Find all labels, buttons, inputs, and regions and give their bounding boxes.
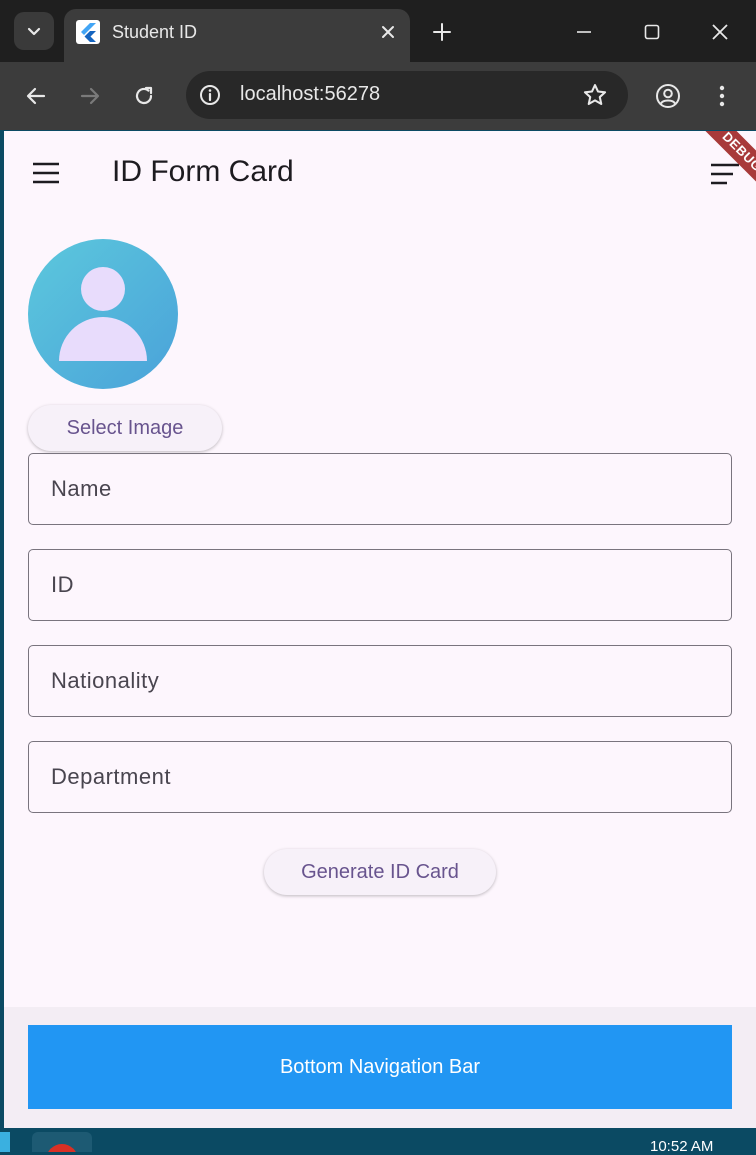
name-field[interactable] [28, 453, 732, 525]
tab-title: Student ID [112, 22, 198, 42]
bottom-navigation-bar[interactable]: Bottom Navigation Bar [28, 1025, 732, 1109]
taskbar: 10:52 AM [0, 1128, 756, 1155]
app-viewport: ID Form Card DEBUG Select Image Generate… [4, 131, 756, 1128]
browser-tab-active[interactable]: Student ID [64, 9, 410, 62]
tab-search-button[interactable] [14, 12, 54, 50]
forward-button[interactable] [72, 78, 108, 114]
department-field[interactable] [28, 741, 732, 813]
new-tab-button[interactable] [424, 14, 460, 50]
id-field[interactable] [28, 549, 732, 621]
id-input[interactable] [29, 550, 731, 620]
app-bar: ID Form Card [4, 131, 756, 215]
minimize-icon [577, 31, 591, 33]
maximize-icon [644, 24, 660, 40]
name-input[interactable] [29, 454, 731, 524]
person-icon-head [81, 267, 125, 311]
plus-icon [433, 23, 451, 41]
person-icon-body [59, 317, 147, 361]
sort-icon[interactable] [708, 159, 742, 189]
tab-close-button[interactable] [374, 18, 402, 46]
account-circle-icon [656, 84, 680, 108]
generate-id-card-button[interactable]: Generate ID Card [264, 849, 496, 895]
page-title: ID Form Card [112, 155, 294, 188]
flutter-logo-icon [76, 20, 100, 44]
arrow-left-icon [26, 87, 46, 105]
star-icon[interactable] [582, 82, 608, 108]
start-button-edge[interactable] [0, 1132, 10, 1152]
chrome-icon [46, 1144, 78, 1152]
close-window-button[interactable] [698, 10, 742, 54]
taskbar-clock: 10:52 AM [650, 1138, 714, 1155]
department-input[interactable] [29, 742, 731, 812]
more-vertical-icon [719, 85, 725, 107]
close-icon [382, 26, 394, 38]
nationality-field[interactable] [28, 645, 732, 717]
browser-toolbar: localhost:56278 [0, 62, 756, 130]
avatar [28, 239, 178, 389]
menu-button[interactable] [26, 153, 66, 193]
arrow-right-icon [80, 87, 100, 105]
browser-tabstrip: Student ID [0, 0, 756, 62]
select-image-button[interactable]: Select Image [28, 405, 222, 451]
nationality-input[interactable] [29, 646, 731, 716]
maximize-button[interactable] [630, 10, 674, 54]
info-icon[interactable] [198, 83, 222, 107]
address-bar[interactable]: localhost:56278 [186, 71, 628, 119]
chevron-down-icon [27, 27, 41, 36]
minimize-button[interactable] [562, 10, 606, 54]
browser-menu-button[interactable] [704, 78, 740, 114]
reload-icon [135, 86, 153, 105]
reload-button[interactable] [126, 78, 162, 114]
url-text: localhost:56278 [240, 83, 381, 105]
profile-button[interactable] [650, 78, 686, 114]
close-icon [712, 24, 728, 40]
back-button[interactable] [18, 78, 54, 114]
taskbar-app-chrome[interactable] [32, 1132, 92, 1152]
bottom-navigation-area: Bottom Navigation Bar [4, 1007, 756, 1128]
hamburger-menu-icon [33, 162, 59, 184]
